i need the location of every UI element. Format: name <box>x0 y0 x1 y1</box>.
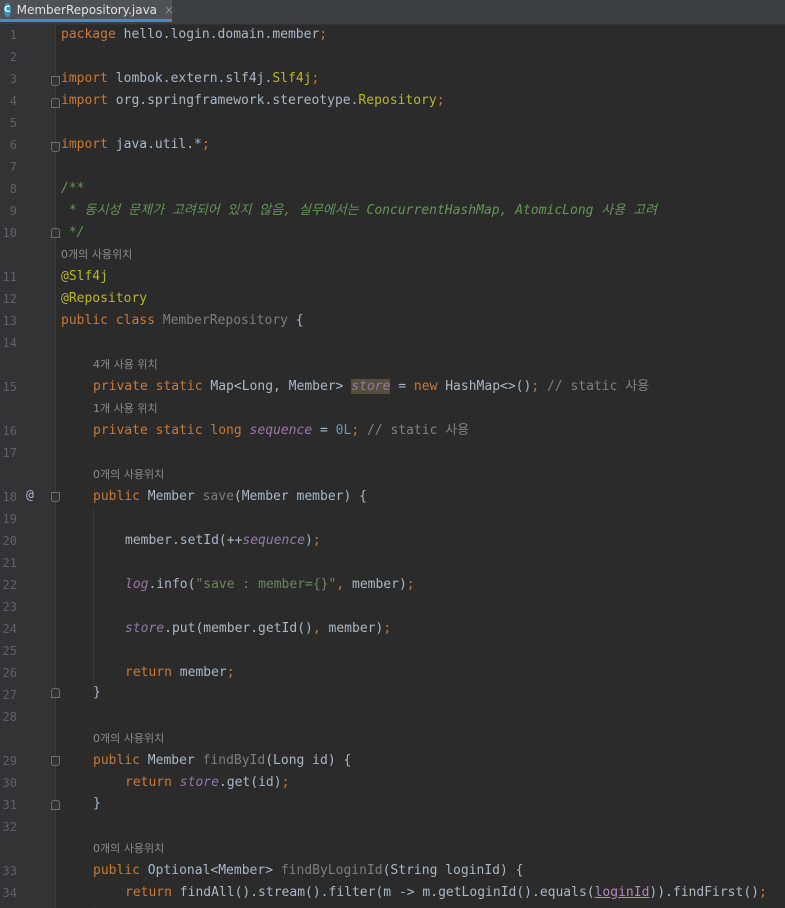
code-line-8: /** <box>61 181 85 196</box>
fold-marker[interactable] <box>51 142 60 152</box>
line-number: 15 <box>2 380 17 394</box>
line-number: 32 <box>2 820 17 834</box>
line-number: 20 <box>2 534 17 548</box>
code-line-9: * 동시성 문제가 고려되어 있지 않음, 실무에서는 ConcurrentHa… <box>61 203 657 218</box>
line-number: 17 <box>2 446 17 460</box>
code-line-22: log.info("save : member={}", member); <box>125 577 415 592</box>
code-line-27: } <box>93 685 101 700</box>
line-number: 10 <box>2 226 17 240</box>
fold-marker[interactable] <box>51 98 60 108</box>
line-number: 19 <box>2 512 17 526</box>
code-line-18: public Member save(Member member) { <box>93 489 367 504</box>
code-line-31: } <box>93 796 101 811</box>
code-line-1: package hello.login.domain.member; <box>61 27 328 42</box>
code-line-6: import java.util.*; <box>61 137 210 152</box>
line-number: 16 <box>2 424 17 438</box>
line-number: 23 <box>2 600 17 614</box>
usage-hint-findByLoginId[interactable]: 0개의 사용위치 <box>93 842 164 856</box>
fold-marker[interactable] <box>51 688 60 698</box>
line-number: 18 <box>2 490 17 504</box>
line-number: 27 <box>2 688 17 702</box>
override-marker-icon[interactable]: @ <box>26 489 34 503</box>
code-line-20: member.setId(++sequence); <box>125 533 321 548</box>
line-number: 22 <box>2 578 17 592</box>
line-number: 25 <box>2 644 17 658</box>
line-number: 21 <box>2 556 17 570</box>
fold-marker[interactable] <box>51 228 60 238</box>
line-number: 1 <box>9 28 17 42</box>
line-number: 31 <box>2 798 17 812</box>
code-line-12: @Repository <box>61 291 148 306</box>
line-number: 2 <box>9 50 17 64</box>
line-number: 14 <box>2 336 17 350</box>
fold-marker[interactable] <box>51 800 60 810</box>
line-number: 34 <box>2 886 17 900</box>
line-number: 7 <box>9 160 17 174</box>
code-line-29: public Member findById(Long id) { <box>93 753 352 768</box>
line-number: 26 <box>2 666 17 680</box>
code-line-4: import org.springframework.stereotype.Re… <box>61 93 445 108</box>
usage-hint-save[interactable]: 0개의 사용위치 <box>93 468 164 482</box>
line-number: 5 <box>9 116 17 130</box>
code-line-33: public Optional<Member> findByLoginId(St… <box>93 863 524 878</box>
close-icon[interactable]: × <box>164 3 174 17</box>
code-line-3: import lombok.extern.slf4j.Slf4j; <box>61 71 320 86</box>
fold-marker[interactable] <box>51 756 60 766</box>
line-number: 33 <box>2 864 17 878</box>
line-number: 9 <box>9 204 17 218</box>
line-number: 6 <box>9 138 17 152</box>
usage-hint-findById[interactable]: 0개의 사용위치 <box>93 732 164 746</box>
code-line-26: return member; <box>125 665 235 680</box>
code-line-13: public class MemberRepository { <box>61 313 304 328</box>
line-number: 4 <box>9 94 17 108</box>
line-number: 8 <box>9 182 17 196</box>
editor-tab-bar: C MemberRepository.java × <box>0 0 785 25</box>
code-line-24: store.put(member.getId(), member); <box>125 621 392 636</box>
code-line-34: return findAll().stream().filter(m -> m.… <box>125 885 767 900</box>
line-number: 13 <box>2 314 17 328</box>
usage-hint-store[interactable]: 4개 사용 위치 <box>93 358 158 372</box>
code-line-16: private static long sequence = 0L; // st… <box>93 423 470 438</box>
line-number: 30 <box>2 776 17 790</box>
line-number: 24 <box>2 622 17 636</box>
indent-guide <box>93 509 94 691</box>
line-number: 29 <box>2 754 17 768</box>
tab-member-repository[interactable]: C MemberRepository.java × <box>0 0 174 22</box>
code-line-11: @Slf4j <box>61 269 108 284</box>
tab-title: MemberRepository.java <box>16 2 158 17</box>
line-number: 12 <box>2 292 17 306</box>
line-number: 3 <box>9 72 17 86</box>
code-line-10: */ <box>61 225 85 240</box>
usage-hint-sequence[interactable]: 1개 사용 위치 <box>93 402 158 416</box>
code-editor[interactable]: 1 2 3 4 5 6 7 8 9 10 11 12 13 14 15 16 17 18 19 20 21 22 23 24 2… <box>0 25 785 908</box>
code-line-30: return store.get(id); <box>125 775 290 790</box>
fold-marker[interactable] <box>51 76 60 86</box>
line-number: 28 <box>2 710 17 724</box>
usage-hint-class[interactable]: 0개의 사용위치 <box>61 248 132 262</box>
fold-marker[interactable] <box>51 492 60 502</box>
line-number: 11 <box>2 270 17 284</box>
code-line-15: private static Map<Long, Member> store =… <box>93 379 650 394</box>
java-class-icon: C <box>4 2 11 17</box>
